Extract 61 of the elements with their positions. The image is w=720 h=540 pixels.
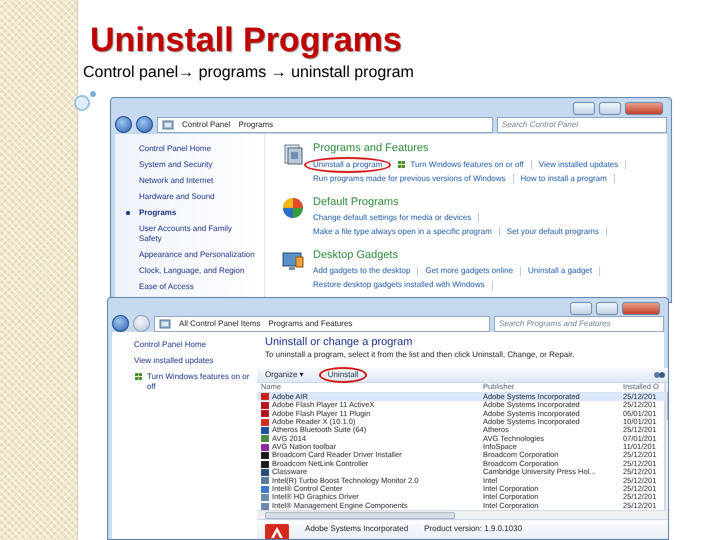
- close-button[interactable]: [622, 302, 660, 315]
- link[interactable]: Turn Windows features on or off: [397, 160, 524, 170]
- sidebar-item[interactable]: Control Panel Home: [139, 144, 256, 154]
- search-field[interactable]: Search Control Panel: [497, 116, 667, 133]
- sidebar-item[interactable]: Network and Internet: [139, 176, 256, 186]
- link[interactable]: How to install a program: [520, 174, 607, 184]
- sidebar-item[interactable]: System and Security: [139, 160, 256, 170]
- app-icon: [265, 524, 289, 539]
- details-label: Product version:: [424, 524, 482, 534]
- link[interactable]: Run programs made for previous versions of Windows: [313, 174, 506, 184]
- minimize-button[interactable]: [570, 302, 592, 315]
- sidebar-item[interactable]: Hardware and Sound: [139, 192, 256, 202]
- link[interactable]: Uninstall a program: [313, 160, 382, 170]
- link[interactable]: Restore desktop gadgets installed with Windows: [313, 280, 485, 290]
- back-button[interactable]: [112, 315, 129, 332]
- control-panel-icon: [162, 118, 174, 131]
- close-button[interactable]: [625, 102, 663, 115]
- details-value: 1.9.0.1030: [484, 524, 522, 534]
- sidebar-item[interactable]: Appearance and Personalization: [139, 250, 256, 260]
- link-text[interactable]: View installed updates: [134, 356, 214, 366]
- sidebar-link[interactable]: View installed updates: [134, 356, 251, 366]
- sidebar-item[interactable]: Clock, Language, and Region: [139, 266, 256, 276]
- link[interactable]: Make a file type always open in a specific program: [313, 226, 492, 237]
- link[interactable]: View installed updates: [538, 160, 618, 170]
- sidebar-item[interactable]: User Accounts and Family Safety: [139, 224, 256, 244]
- link[interactable]: Change default settings for media or devices: [313, 212, 472, 223]
- scroll-thumb[interactable]: [265, 512, 455, 520]
- instruction-text: To uninstall a program, select it from the list and then click Uninstall, Change, or Repair.: [264, 350, 576, 360]
- sidebar-item[interactable]: Ease of Access: [139, 282, 256, 292]
- page-heading: Uninstall or change a program: [264, 336, 414, 350]
- section-title[interactable]: Desktop Gadgets: [313, 248, 398, 262]
- link-text[interactable]: Control Panel Home: [134, 340, 206, 350]
- toolbar-button[interactable]: Uninstall: [328, 370, 358, 380]
- sidebar-item[interactable]: Programs: [139, 208, 256, 218]
- breadcrumb-item[interactable]: Programs: [238, 120, 274, 130]
- forward-button[interactable]: [136, 116, 153, 134]
- link[interactable]: Uninstall a gadget: [528, 266, 592, 276]
- slide-title: Uninstall Programs: [90, 22, 403, 60]
- slide-subtitle: Control panel→ programs → uninstall program: [83, 63, 415, 83]
- sidebar-link[interactable]: Control Panel Home: [134, 340, 251, 350]
- link[interactable]: Set your default programs: [506, 226, 599, 237]
- selected-bullet: [126, 211, 130, 216]
- default-programs-icon: [281, 196, 305, 220]
- maximize-button[interactable]: [596, 302, 618, 315]
- search-field[interactable]: Search Programs and Features: [494, 316, 664, 332]
- link[interactable]: Add gadgets to the desktop: [313, 266, 410, 276]
- control-panel-icon: [159, 318, 171, 330]
- address-bar[interactable]: All Control Panel Items Programs and Features: [154, 316, 490, 332]
- link[interactable]: Get more gadgets online: [425, 266, 514, 276]
- horizontal-scrollbar[interactable]: [257, 510, 668, 520]
- back-button[interactable]: [115, 116, 132, 134]
- section-title[interactable]: Default Programs: [313, 196, 399, 209]
- section-title[interactable]: Programs and Features: [313, 142, 429, 156]
- minimize-button[interactable]: [573, 102, 595, 115]
- address-bar[interactable]: Control Panel Programs: [157, 116, 493, 133]
- breadcrumb-item[interactable]: Control Panel: [182, 120, 230, 130]
- details-publisher: Adobe Systems Incorporated: [305, 524, 408, 534]
- breadcrumb-item[interactable]: Programs and Features: [268, 318, 352, 328]
- breadcrumb-item[interactable]: All Control Panel Items: [179, 318, 260, 328]
- maximize-button[interactable]: [599, 102, 621, 115]
- toolbar-button[interactable]: Organize ▾: [265, 370, 304, 380]
